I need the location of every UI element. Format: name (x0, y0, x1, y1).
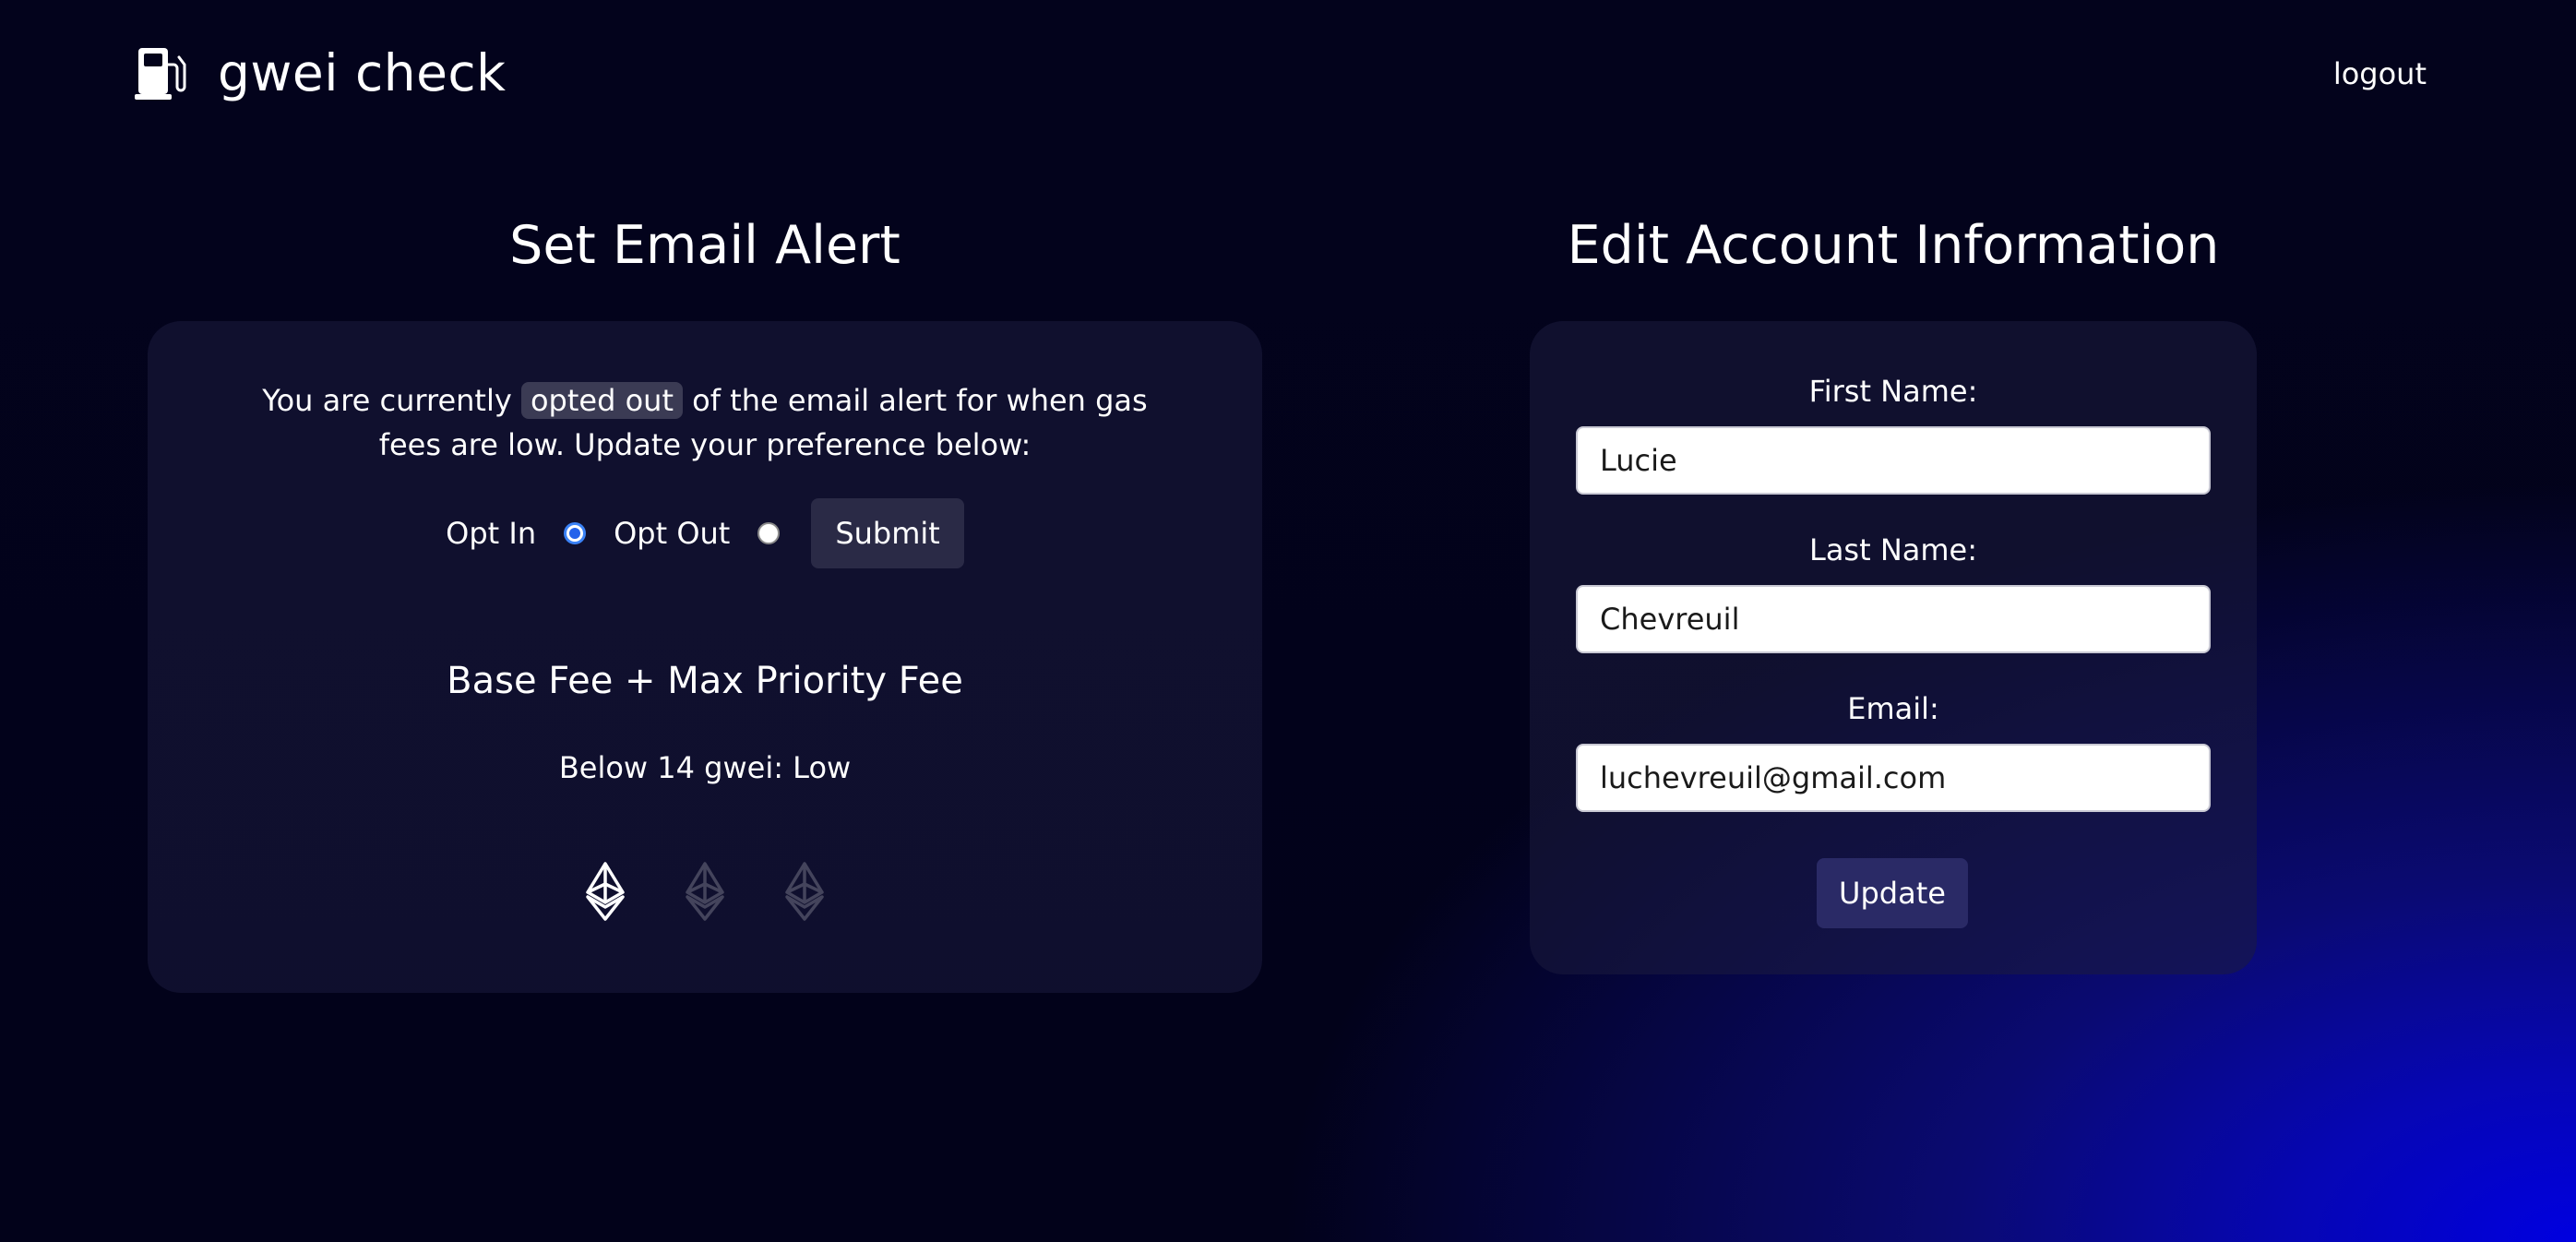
account-info-title: Edit Account Information (1567, 215, 2220, 276)
status-prefix: You are currently (262, 383, 512, 418)
ethereum-icon (686, 862, 724, 921)
account-info-card: First Name: Last Name: Email: Update (1530, 321, 2257, 974)
gas-pump-icon (135, 48, 186, 100)
alert-status-text: You are currently opted out of the email… (231, 378, 1179, 467)
opt-out-label[interactable]: Opt Out (614, 516, 730, 551)
email-alert-card: You are currently opted out of the email… (148, 321, 1262, 993)
ethereum-icon (586, 862, 625, 921)
opt-in-radio[interactable] (564, 522, 587, 544)
brand-logo[interactable]: gwei check (135, 44, 507, 102)
submit-button[interactable]: Submit (811, 498, 964, 568)
last-name-field[interactable] (1576, 585, 2211, 653)
fee-level-indicator (148, 862, 1262, 921)
status-badge: opted out (520, 382, 683, 419)
first-name-label: First Name: (1808, 374, 1978, 409)
email-field[interactable] (1576, 744, 2211, 812)
email-label: Email: (1847, 691, 1939, 726)
update-button[interactable]: Update (1817, 858, 1968, 928)
opt-in-label[interactable]: Opt In (446, 516, 536, 551)
first-name-field[interactable] (1576, 426, 2211, 495)
fee-heading: Base Fee + Max Priority Fee (447, 660, 963, 702)
brand-name: gwei check (218, 43, 507, 102)
opt-out-radio[interactable] (757, 522, 781, 544)
top-bar: gwei check logout (0, 0, 2576, 148)
preference-form: Opt In Opt Out Submit (148, 498, 1262, 568)
logout-link[interactable]: logout (2333, 52, 2427, 96)
ethereum-icon (785, 862, 824, 921)
fee-level-text: Below 14 gwei: Low (558, 750, 852, 785)
email-alert-title: Set Email Alert (509, 215, 900, 276)
last-name-label: Last Name: (1808, 532, 1977, 567)
